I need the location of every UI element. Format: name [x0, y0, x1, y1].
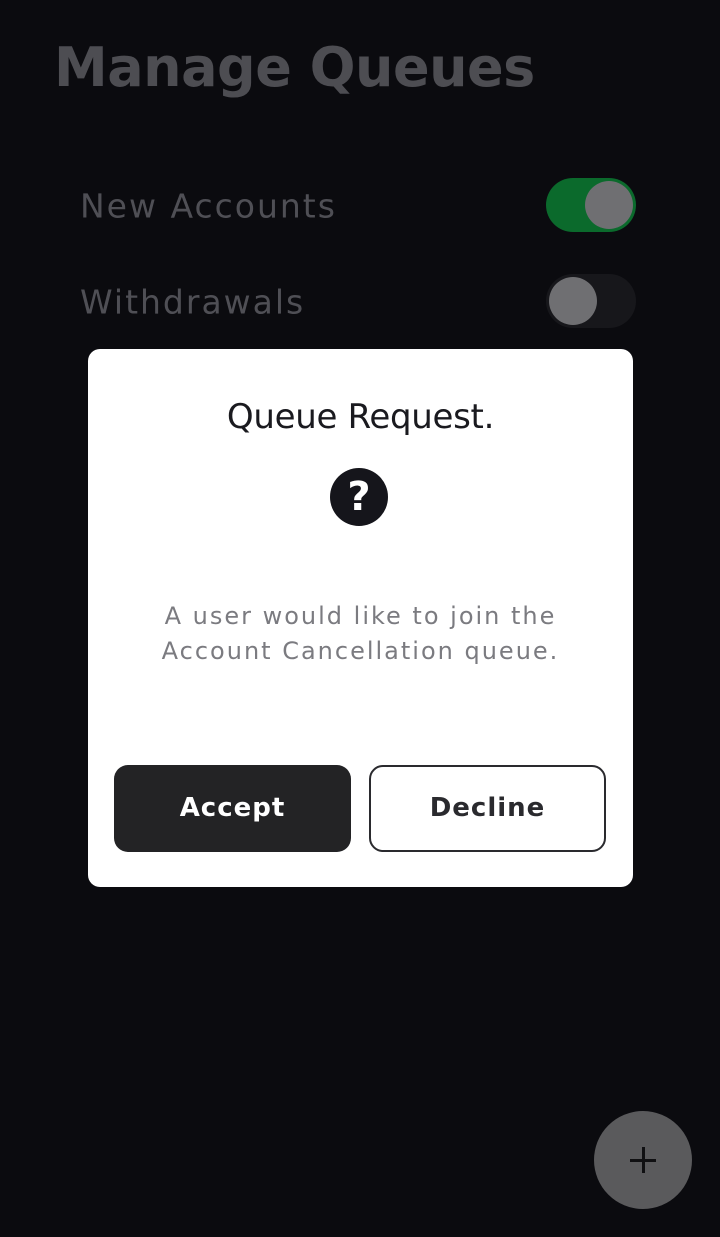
decline-button[interactable]: Decline — [369, 765, 606, 852]
queue-label: Withdrawals — [80, 282, 306, 322]
accept-button[interactable]: Accept — [114, 765, 351, 852]
queue-request-dialog: Queue Request. ? A user would like to jo… — [88, 349, 633, 887]
toggle-knob — [585, 181, 633, 229]
add-queue-button[interactable] — [594, 1111, 692, 1209]
queue-label: New Accounts — [80, 186, 337, 226]
queue-row-withdrawals: Withdrawals — [80, 274, 636, 330]
page-title: Manage Queues — [54, 36, 535, 99]
queue-toggle-new-accounts[interactable] — [546, 178, 636, 232]
dialog-title: Queue Request. — [226, 397, 495, 437]
dialog-message: A user would like to join the Account Ca… — [161, 602, 560, 665]
question-circle-icon: ? — [330, 468, 388, 526]
toggle-knob — [549, 277, 597, 325]
queue-row-new-accounts: New Accounts — [80, 178, 636, 234]
queue-toggle-withdrawals[interactable] — [546, 274, 636, 328]
